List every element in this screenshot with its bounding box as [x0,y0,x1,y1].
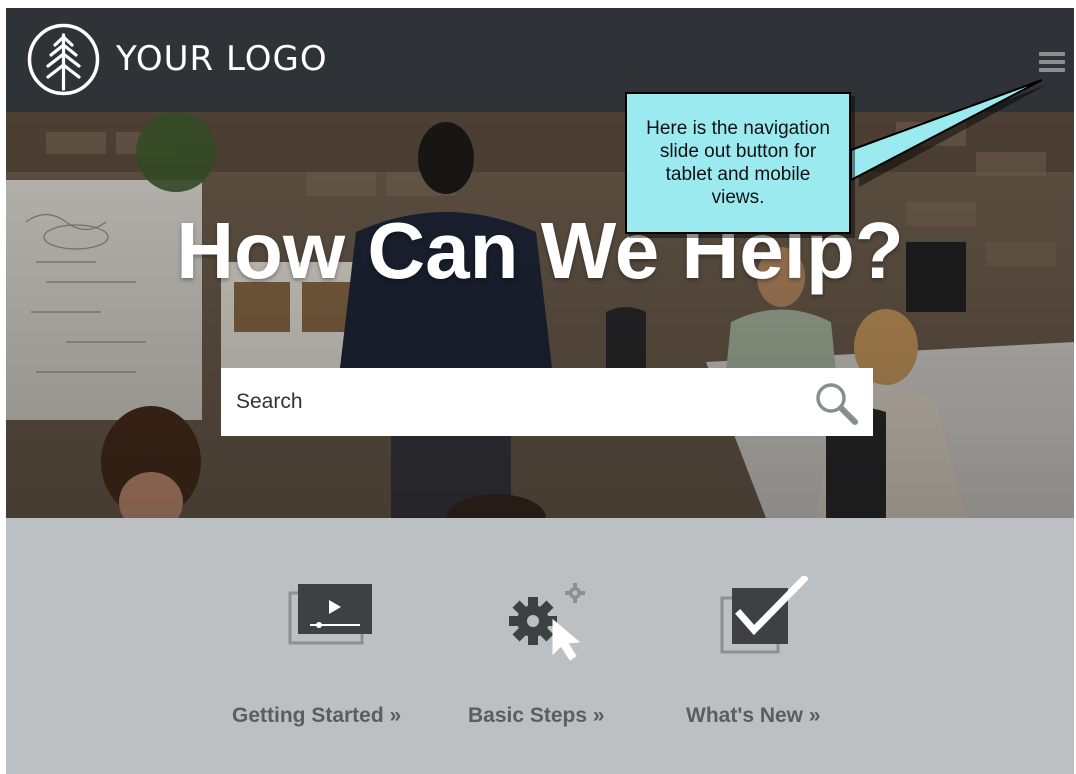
magnifier-icon[interactable] [813,380,859,426]
callout-text: Here is the navigation slide out button … [646,118,830,208]
gears-cursor-icon[interactable] [501,576,596,661]
checkbox-check-icon[interactable] [718,576,808,656]
callout-box: Here is the navigation slide out button … [625,92,851,234]
hero-title: How Can We Help? [176,206,904,295]
hamburger-menu-icon[interactable] [1039,52,1065,74]
tile-label-whats-new[interactable]: What's New » [686,704,821,728]
search-bar [221,368,873,436]
search-input[interactable] [221,368,796,436]
hero-banner: How Can We Help? [6,112,1074,518]
office-background-image [6,112,1074,518]
tile-label-getting-started[interactable]: Getting Started » [232,704,401,728]
tree-icon[interactable] [27,23,100,96]
site-header: YOUR LOGO [6,8,1074,112]
page-frame: YOUR LOGO How Can We Help? Search Here i… [6,8,1074,774]
logo-text[interactable]: YOUR LOGO [116,36,328,82]
video-play-icon[interactable] [286,580,376,650]
tile-label-basic-steps[interactable]: Basic Steps » [468,704,605,728]
